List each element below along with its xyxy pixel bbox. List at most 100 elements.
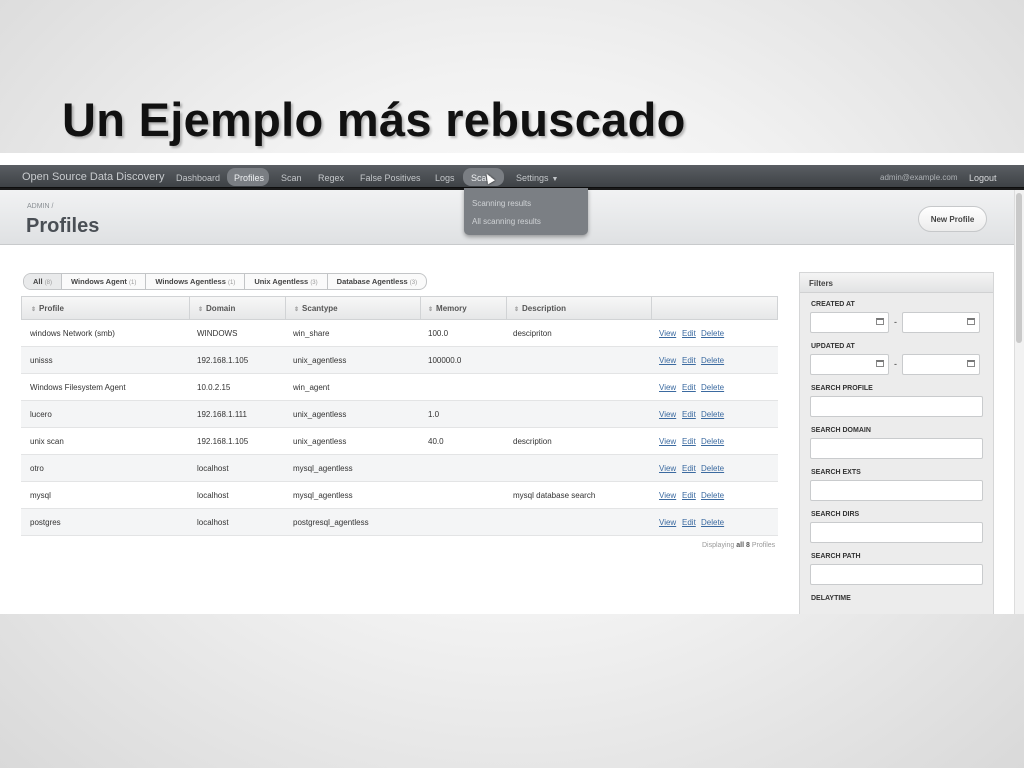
tab-windows-agent[interactable]: Windows Agent (1) (62, 274, 147, 289)
nav-scan[interactable]: Scan (281, 173, 302, 183)
table-row: otro localhost mysql_agentless View Edit Dele… (21, 455, 778, 482)
label-search-dirs: SEARCH DIRS (811, 511, 860, 518)
column-header-profile[interactable]: ⇕ Profile (31, 304, 64, 313)
tab-count: (3) (409, 280, 418, 286)
range-separator: - (894, 317, 897, 327)
menu-item-scanning-results[interactable]: Scanning results (472, 199, 531, 208)
column-divider (651, 297, 652, 319)
search-dirs-input[interactable] (810, 522, 983, 543)
column-divider (285, 297, 286, 319)
menu-item-all-scanning-results[interactable]: All scanning results (472, 217, 541, 226)
delete-link[interactable]: Delete (701, 410, 724, 419)
sort-icon: ⇕ (294, 307, 300, 313)
table-header: ⇕ Profile ⇕ Domain ⇕ Scantype ⇕ Memory ⇕ Desc… (21, 296, 778, 320)
cell-scantype: win_share (293, 329, 330, 338)
view-link[interactable]: View (659, 491, 676, 500)
cell-scantype: unix_agentless (293, 356, 347, 365)
column-header-scantype[interactable]: ⇕ Scantype (294, 304, 338, 313)
view-link[interactable]: View (659, 383, 676, 392)
calendar-icon[interactable] (967, 360, 975, 367)
edit-link[interactable]: Edit (682, 410, 696, 419)
nav-regex[interactable]: Regex (318, 173, 344, 183)
table-row: unisss 192.168.1.105 unix_agentless 100000.… (21, 347, 778, 374)
cell-profile: otro (30, 464, 44, 473)
edit-link[interactable]: Edit (682, 356, 696, 365)
logout-link[interactable]: Logout (969, 173, 997, 183)
calendar-icon[interactable] (876, 360, 884, 367)
delete-link[interactable]: Delete (701, 464, 724, 473)
view-link[interactable]: View (659, 518, 676, 527)
tab-count: (8) (44, 280, 53, 286)
scrollbar-thumb[interactable] (1016, 193, 1022, 343)
created-at-to-input[interactable] (902, 312, 980, 333)
nav-dashboard[interactable]: Dashboard (176, 173, 220, 183)
updated-at-to-input[interactable] (902, 354, 980, 375)
search-domain-input[interactable] (810, 438, 983, 459)
created-at-from-input[interactable] (810, 312, 889, 333)
tab-label: Database Agentless (336, 277, 408, 286)
cell-memory: 100.0 (428, 329, 449, 338)
nav-false-positives[interactable]: False Positives (360, 173, 421, 183)
table-row: unix scan 192.168.1.105 unix_agentless 40.0… (21, 428, 778, 455)
sort-icon: ⇕ (514, 307, 520, 313)
edit-link[interactable]: Edit (682, 383, 696, 392)
table-row: lucero 192.168.1.111 unix_agentless 1.0 View… (21, 401, 778, 428)
breadcrumb[interactable]: ADMIN / (27, 203, 53, 210)
cell-domain: WINDOWS (197, 329, 238, 338)
calendar-icon[interactable] (876, 318, 884, 325)
delete-link[interactable]: Delete (701, 356, 724, 365)
top-navbar: Open Source Data Discovery Dashboard Pro… (0, 165, 1024, 190)
tab-windows-agentless[interactable]: Windows Agentless (1) (146, 274, 246, 289)
view-link[interactable]: View (659, 437, 676, 446)
new-profile-button[interactable]: New Profile (918, 206, 987, 232)
updated-at-from-input[interactable] (810, 354, 889, 375)
edit-link[interactable]: Edit (682, 329, 696, 338)
delete-link[interactable]: Delete (701, 518, 724, 527)
column-header-description[interactable]: ⇕ Description (514, 304, 566, 313)
column-divider (506, 297, 507, 319)
profile-type-tabs: All (8) Windows Agent (1) Windows Agentl… (23, 273, 428, 290)
delete-link[interactable]: Delete (701, 383, 724, 392)
tab-count: (3) (310, 280, 318, 286)
column-header-memory[interactable]: ⇕ Memory (428, 304, 467, 313)
edit-link[interactable]: Edit (682, 491, 696, 500)
view-link[interactable]: View (659, 410, 676, 419)
brand-logo[interactable]: Open Source Data Discovery (22, 171, 164, 183)
cell-profile: windows Network (smb) (30, 329, 115, 338)
tab-all[interactable]: All (8) (24, 274, 63, 289)
cell-domain: 192.168.1.111 (197, 410, 247, 419)
nav-settings[interactable]: Settings ▼ (516, 173, 558, 183)
calendar-icon[interactable] (967, 318, 975, 325)
view-link[interactable]: View (659, 329, 676, 338)
cell-profile: unix scan (30, 437, 64, 446)
footer-suffix: Profiles (751, 542, 776, 549)
edit-link[interactable]: Edit (682, 437, 696, 446)
column-divider (189, 297, 190, 319)
cell-description: mysql database search (513, 491, 596, 500)
profiles-table: ⇕ Profile ⇕ Domain ⇕ Scantype ⇕ Memory ⇕ Desc… (21, 296, 778, 536)
search-path-input[interactable] (810, 564, 983, 585)
edit-link[interactable]: Edit (682, 464, 696, 473)
view-link[interactable]: View (659, 356, 676, 365)
tab-unix-agentless[interactable]: Unix Agentless (3) (245, 274, 328, 289)
column-header-label: Description (522, 304, 567, 313)
delete-link[interactable]: Delete (701, 437, 724, 446)
search-profile-input[interactable] (810, 396, 983, 417)
tab-database-agentless[interactable]: Database Agentless (3) (328, 274, 426, 289)
cell-domain: localhost (197, 491, 229, 500)
column-header-domain[interactable]: ⇕ Domain (198, 304, 235, 313)
search-exts-input[interactable] (810, 480, 983, 501)
delete-link[interactable]: Delete (701, 491, 724, 500)
cell-profile: lucero (30, 410, 52, 419)
delete-link[interactable]: Delete (701, 329, 724, 338)
user-email[interactable]: admin@example.com (880, 173, 957, 182)
cell-memory: 1.0 (428, 410, 440, 419)
nav-profiles[interactable]: Profiles (234, 173, 264, 183)
nav-logs[interactable]: Logs (435, 173, 455, 183)
cell-scantype: postgresql_agentless (293, 518, 369, 527)
edit-link[interactable]: Edit (682, 518, 696, 527)
cell-scantype: mysql_agentless (293, 464, 353, 473)
view-link[interactable]: View (659, 464, 676, 473)
tab-label: Windows Agentless (155, 277, 226, 286)
chevron-down-icon: ▼ (551, 176, 559, 183)
